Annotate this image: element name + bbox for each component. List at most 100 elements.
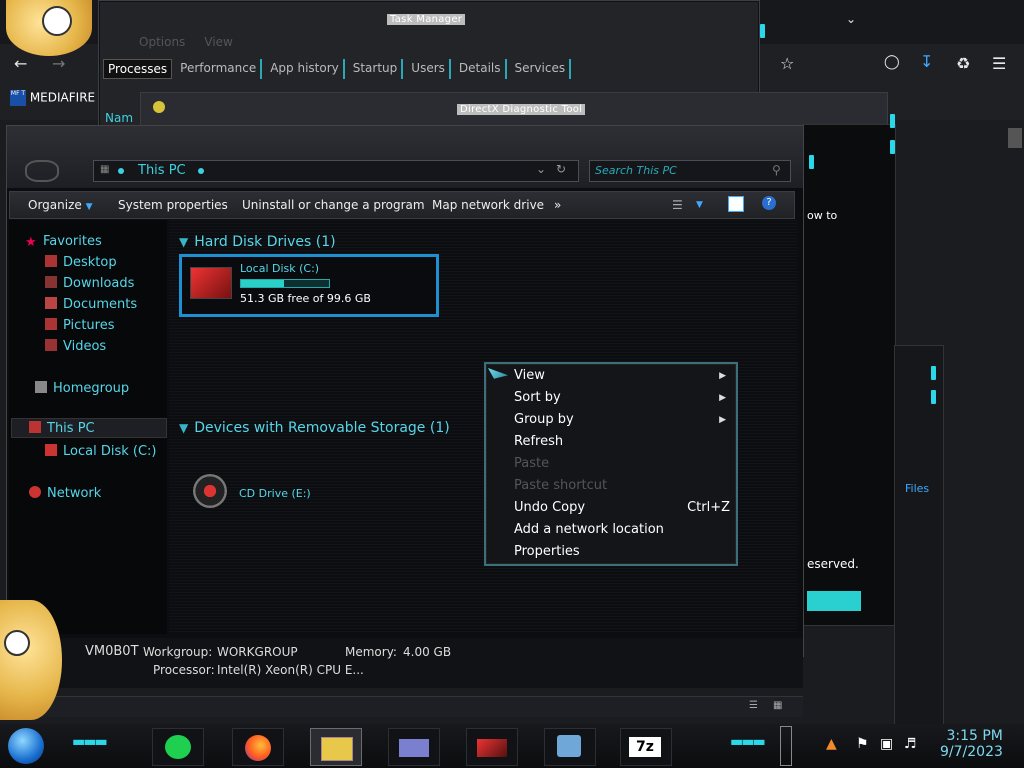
more-commands-button[interactable]: » (554, 198, 561, 212)
context-menu-item-view[interactable]: View ▶ (514, 368, 726, 383)
disk-usage-fill (241, 280, 284, 287)
context-menu-item-undo-copy[interactable]: Undo Copy Ctrl+Z (514, 500, 730, 515)
context-menu-item-add-a-network-location[interactable]: Add a network location (514, 522, 714, 537)
nav-videos[interactable]: Videos (45, 339, 106, 354)
star-icon: ★ (25, 235, 37, 250)
tray-network-icon[interactable]: ▣ (880, 736, 893, 752)
nav-local-disk[interactable]: Local Disk (C:) (45, 444, 156, 459)
view-options-icon[interactable]: ☰ (672, 198, 683, 212)
forward-icon[interactable]: → (52, 54, 65, 73)
directx-title: DirectX Diagnostic Tool (457, 101, 586, 115)
group-header-removable[interactable]: ▼ Devices with Removable Storage (1) (179, 420, 450, 436)
nav-downloads[interactable]: Downloads (45, 276, 134, 291)
tray-app-icon[interactable]: ▲ (826, 736, 837, 752)
extensions-icon[interactable]: ♻ (956, 54, 970, 73)
context-menu-item-refresh[interactable]: Refresh (514, 434, 714, 449)
network-icon (29, 486, 41, 498)
network-computer-icon (557, 735, 581, 757)
group-header-hdd[interactable]: ▼ Hard Disk Drives (1) (179, 234, 336, 250)
background-window-far-right: Files (894, 345, 944, 727)
taskbar-graphics[interactable] (466, 728, 518, 766)
nav-homegroup[interactable]: Homegroup (35, 381, 129, 396)
nav-desktop[interactable]: Desktop (45, 255, 117, 270)
large-icons-view-icon[interactable]: ▦ (773, 700, 782, 711)
nav-pictures[interactable]: Pictures (45, 318, 114, 333)
context-menu-shortcut: Ctrl+Z (687, 500, 730, 515)
homegroup-icon (35, 381, 47, 393)
nav-this-pc[interactable]: This PC (29, 421, 95, 436)
back-forward-icon[interactable] (25, 160, 59, 182)
nav-favorites[interactable]: ★ Favorites (25, 234, 102, 250)
context-menu-label: Paste (514, 456, 550, 471)
bookmark-star-icon[interactable]: ☆ (780, 54, 794, 73)
clock-date: 9/7/2023 (940, 744, 1003, 760)
back-icon[interactable]: ← (14, 54, 27, 73)
map-network-drive-button[interactable]: Map network drive (432, 198, 544, 212)
scrollbar-thumb[interactable] (1008, 128, 1022, 148)
tray-flag-icon[interactable]: ⚑ (856, 736, 869, 752)
system-properties-button[interactable]: System properties (118, 198, 228, 212)
organize-button[interactable]: Organize ▼ (28, 198, 93, 212)
task-manager-tabs: Processes Performance App history Startu… (103, 59, 572, 79)
avatar-eye (42, 6, 72, 36)
search-icon[interactable]: ⚲ (772, 163, 781, 177)
tab-details[interactable]: Details (455, 59, 507, 79)
uninstall-button[interactable]: Uninstall or change a program (242, 198, 425, 212)
context-menu-item-group-by[interactable]: Group by ▶ (514, 412, 726, 427)
taskbar-network[interactable] (544, 728, 596, 766)
taskbar-control-panel[interactable] (388, 728, 440, 766)
chevron-down-icon[interactable]: ⌄ (846, 12, 856, 26)
chevron-down-icon[interactable]: ⌄ (536, 162, 546, 176)
clock-time: 3:15 PM (946, 728, 1003, 744)
taskbar-file-explorer[interactable] (310, 728, 362, 766)
tab-users[interactable]: Users (407, 59, 451, 79)
workgroup-label: Workgroup: (143, 645, 213, 659)
tab-app-history[interactable]: App history (266, 59, 345, 79)
graphics-card-icon (477, 739, 507, 757)
preview-pane-icon[interactable] (728, 196, 744, 212)
context-menu-label: Properties (514, 544, 580, 559)
refresh-icon[interactable]: ↻ (556, 162, 566, 176)
taskbar-clock[interactable]: 3:15 PM 9/7/2023 (940, 728, 1003, 760)
menu-view[interactable]: View (204, 35, 232, 49)
taskbar-7zip[interactable]: 7z (620, 728, 672, 766)
nav-documents[interactable]: Documents (45, 297, 137, 312)
downloads-icon[interactable]: ↧ (920, 52, 933, 71)
background-button[interactable] (807, 591, 861, 611)
search-box[interactable]: Search This PC ⚲ (589, 160, 791, 182)
cd-drive-label[interactable]: CD Drive (E:) (239, 487, 311, 500)
help-icon[interactable]: ? (762, 196, 776, 210)
menu-icon[interactable]: ☰ (992, 54, 1006, 73)
nav-network[interactable]: Network (29, 486, 101, 501)
show-desktop-button[interactable] (780, 726, 792, 766)
led-indicator (931, 366, 936, 380)
hard-disk-icon (190, 267, 232, 299)
context-menu-item-properties[interactable]: Properties (514, 544, 714, 559)
partial-text: ow to (807, 209, 838, 222)
chevron-down-icon[interactable]: ▼ (696, 200, 703, 210)
tab-performance[interactable]: Performance (176, 59, 263, 79)
menu-options[interactable]: Options (139, 35, 185, 49)
column-name-header[interactable]: Nam (105, 111, 133, 125)
directx-icon (153, 101, 165, 113)
tab-startup[interactable]: Startup (349, 59, 404, 79)
local-disk-tile[interactable]: Local Disk (C:) 51.3 GB free of 99.6 GB (179, 254, 439, 317)
taskbar-firefox[interactable] (232, 728, 284, 766)
bookmark-mediafire[interactable]: MF T MEDIAFIRE (10, 90, 95, 106)
led-indicator (760, 24, 765, 38)
tab-processes[interactable]: Processes (103, 59, 173, 79)
context-menu-item-sort-by[interactable]: Sort by ▶ (514, 390, 726, 405)
context-menu-label: Refresh (514, 434, 564, 449)
submenu-arrow-icon: ▶ (719, 371, 726, 381)
tray-volume-icon[interactable]: ♬ (904, 736, 917, 752)
details-view-icon[interactable]: ☰ (749, 700, 758, 711)
taskbar-app-green[interactable] (152, 728, 204, 766)
tab-services[interactable]: Services (511, 59, 572, 79)
pocket-icon[interactable]: ◯ (884, 54, 900, 70)
address-bar[interactable]: ▦ This PC ⌄ ↻ (93, 160, 579, 182)
details-pane: VM0B0T Workgroup: WORKGROUP Memory: 4.00… (7, 638, 803, 688)
led-indicator (931, 390, 936, 404)
search-placeholder: Search This PC (595, 164, 677, 177)
submenu-arrow-icon: ▶ (719, 393, 726, 403)
start-orb[interactable] (8, 728, 44, 764)
